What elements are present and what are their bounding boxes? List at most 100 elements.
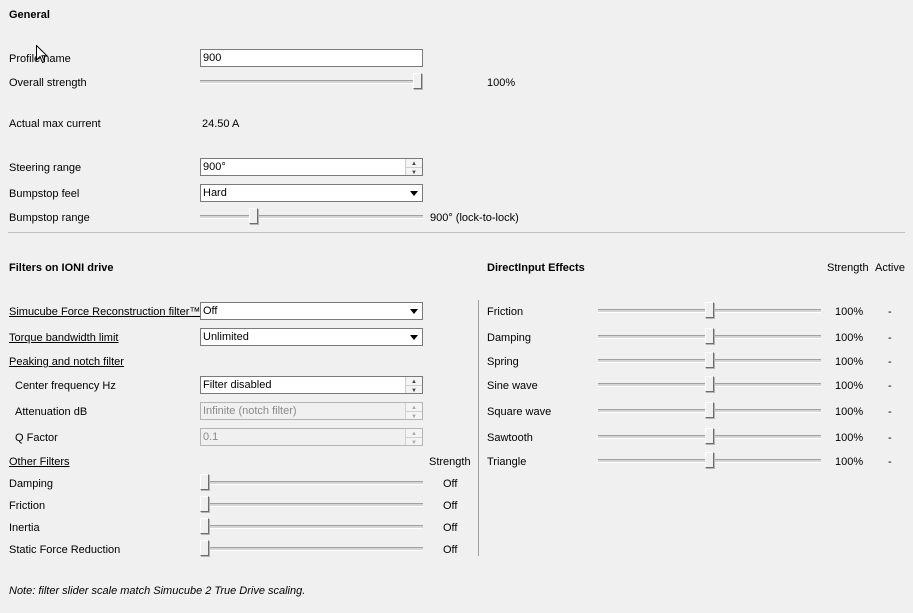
bumpstop-range-slider[interactable] bbox=[200, 208, 423, 226]
center-frequency-value: Filter disabled bbox=[203, 379, 272, 391]
slider-thumb[interactable] bbox=[704, 452, 714, 468]
other-filter-slider[interactable] bbox=[200, 518, 423, 536]
effect-label: Triangle bbox=[487, 456, 527, 468]
steering-range-label: Steering range bbox=[9, 162, 82, 174]
scaling-note: Note: filter slider scale match Simucube… bbox=[9, 585, 306, 597]
slider-groove bbox=[200, 481, 423, 485]
effect-strength-value: 100% bbox=[835, 406, 864, 418]
overall-strength-slider[interactable] bbox=[200, 73, 423, 91]
overall-strength-value: 100% bbox=[487, 77, 516, 89]
spin-up-icon[interactable]: ▲ bbox=[406, 377, 422, 385]
spin-buttons: ▲ ▼ bbox=[405, 429, 422, 445]
steering-range-spinbox[interactable]: 900° ▲ ▼ bbox=[200, 158, 423, 176]
other-filter-value: Off bbox=[443, 500, 458, 512]
other-filters-label[interactable]: Other Filters bbox=[9, 456, 70, 468]
directinput-title: DirectInput Effects bbox=[487, 262, 585, 274]
effect-label: Friction bbox=[487, 306, 524, 318]
chevron-down-icon[interactable] bbox=[406, 329, 422, 345]
effect-active-indicator: - bbox=[888, 380, 892, 392]
center-frequency-spinbox[interactable]: Filter disabled ▲ ▼ bbox=[200, 376, 423, 394]
bumpstop-feel-dropdown[interactable]: Hard bbox=[200, 184, 423, 202]
spin-buttons[interactable]: ▲ ▼ bbox=[405, 159, 422, 175]
profile-name-input[interactable]: 900 bbox=[200, 49, 423, 67]
other-filter-label: Static Force Reduction bbox=[9, 544, 121, 556]
effect-active-indicator: - bbox=[888, 456, 892, 468]
bumpstop-feel-value: Hard bbox=[203, 187, 227, 199]
other-filter-label: Damping bbox=[9, 478, 54, 490]
slider-thumb[interactable] bbox=[200, 540, 209, 556]
spin-down-icon[interactable]: ▼ bbox=[406, 385, 422, 393]
effect-slider[interactable] bbox=[598, 452, 821, 470]
slider-thumb[interactable] bbox=[704, 352, 714, 368]
steering-range-value: 900° bbox=[203, 161, 226, 173]
sfr-filter-label[interactable]: Simucube Force Reconstruction filter™ bbox=[9, 306, 200, 318]
slider-thumb[interactable] bbox=[200, 474, 209, 490]
effect-active-indicator: - bbox=[888, 306, 892, 318]
chevron-down-icon[interactable] bbox=[406, 303, 422, 319]
effect-strength-value: 100% bbox=[835, 306, 864, 318]
effect-active-indicator: - bbox=[888, 356, 892, 368]
other-filter-slider[interactable] bbox=[200, 496, 423, 514]
q-factor-spinbox: 0.1 ▲ ▼ bbox=[200, 428, 423, 446]
effect-strength-value: 100% bbox=[835, 432, 864, 444]
other-filter-value: Off bbox=[443, 544, 458, 556]
effect-slider[interactable] bbox=[598, 428, 821, 446]
column-divider bbox=[478, 300, 479, 556]
effect-label: Sine wave bbox=[487, 380, 538, 392]
overall-strength-label: Overall strength bbox=[9, 77, 87, 89]
peaking-notch-label[interactable]: Peaking and notch filter bbox=[9, 356, 124, 368]
profile-name-value: 900 bbox=[203, 52, 222, 64]
attenuation-label: Attenuation dB bbox=[15, 406, 88, 418]
effect-label: Sawtooth bbox=[487, 432, 533, 444]
effect-slider[interactable] bbox=[598, 328, 821, 346]
bumpstop-range-value: 900° (lock-to-lock) bbox=[430, 212, 519, 224]
slider-thumb[interactable] bbox=[704, 302, 714, 318]
attenuation-value: Infinite (notch filter) bbox=[203, 405, 297, 417]
bumpstop-range-label: Bumpstop range bbox=[9, 212, 90, 224]
mouse-cursor-icon bbox=[36, 45, 48, 64]
slider-thumb[interactable] bbox=[200, 518, 209, 534]
effect-slider[interactable] bbox=[598, 352, 821, 370]
slider-thumb[interactable] bbox=[704, 376, 714, 392]
slider-thumb[interactable] bbox=[248, 208, 258, 224]
slider-thumb[interactable] bbox=[704, 402, 714, 418]
other-filter-label: Inertia bbox=[9, 522, 40, 534]
filters-title: Filters on IONI drive bbox=[9, 262, 114, 274]
spin-down-icon[interactable]: ▼ bbox=[406, 167, 422, 175]
section-divider bbox=[8, 232, 905, 233]
sfr-filter-dropdown[interactable]: Off bbox=[200, 302, 423, 320]
effect-slider[interactable] bbox=[598, 402, 821, 420]
general-title: General bbox=[9, 9, 50, 21]
effect-active-indicator: - bbox=[888, 332, 892, 344]
actual-max-current-value: 24.50 A bbox=[202, 118, 240, 130]
other-filter-slider[interactable] bbox=[200, 474, 423, 492]
effect-strength-value: 100% bbox=[835, 332, 864, 344]
q-factor-value: 0.1 bbox=[203, 431, 219, 443]
effect-slider[interactable] bbox=[598, 376, 821, 394]
effect-active-indicator: - bbox=[888, 432, 892, 444]
other-filter-slider[interactable] bbox=[200, 540, 423, 558]
spin-down-icon: ▼ bbox=[406, 437, 422, 445]
slider-groove bbox=[200, 215, 423, 219]
effect-label: Spring bbox=[487, 356, 519, 368]
spin-up-icon: ▲ bbox=[411, 405, 417, 411]
chevron-down-icon[interactable] bbox=[406, 185, 422, 201]
sfr-filter-value: Off bbox=[203, 305, 218, 317]
directinput-strength-header: Strength bbox=[827, 262, 869, 274]
slider-thumb[interactable] bbox=[704, 328, 714, 344]
spin-up-icon: ▲ bbox=[411, 431, 417, 437]
spin-down-icon: ▼ bbox=[406, 411, 422, 419]
spin-up-icon[interactable]: ▲ bbox=[406, 159, 422, 167]
slider-thumb[interactable] bbox=[704, 428, 714, 444]
torque-bandwidth-dropdown[interactable]: Unlimited bbox=[200, 328, 423, 346]
slider-groove bbox=[200, 525, 423, 529]
effect-label: Square wave bbox=[487, 406, 552, 418]
spin-buttons: ▲ ▼ bbox=[405, 403, 422, 419]
spin-buttons[interactable]: ▲ ▼ bbox=[405, 377, 422, 393]
effect-label: Damping bbox=[487, 332, 532, 344]
effect-slider[interactable] bbox=[598, 302, 821, 320]
torque-bandwidth-label[interactable]: Torque bandwidth limit bbox=[9, 332, 118, 344]
slider-thumb[interactable] bbox=[413, 73, 422, 89]
slider-thumb[interactable] bbox=[200, 496, 209, 512]
effect-active-indicator: - bbox=[888, 406, 892, 418]
